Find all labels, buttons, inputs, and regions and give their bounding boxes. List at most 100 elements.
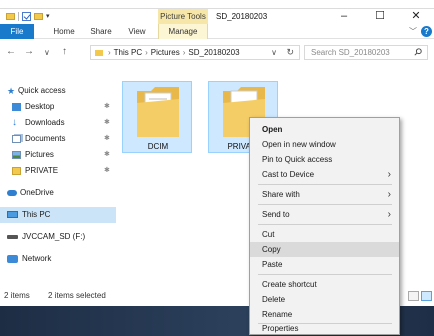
tab-file[interactable]: File <box>0 24 34 39</box>
sidebar-item-label: Downloads <box>25 118 65 127</box>
up-arrow-icon[interactable]: ↑ <box>62 46 67 57</box>
pictures-icon <box>12 151 21 159</box>
menu-item-label: Cast to Device <box>262 170 315 179</box>
sidebar-item-label: PRIVATE <box>25 166 59 175</box>
folder-icon <box>95 50 103 56</box>
menu-item-properties[interactable]: Properties <box>250 321 399 336</box>
details-view-icon[interactable] <box>408 291 419 301</box>
selection-count: 2 items selected <box>48 291 106 300</box>
menu-item-copy[interactable]: Copy <box>250 242 399 257</box>
tab-view[interactable]: View <box>124 24 150 39</box>
sidebar-item-label: OneDrive <box>20 188 54 197</box>
sidebar-item-label: Network <box>22 254 52 263</box>
minimize-button[interactable]: – <box>326 9 362 24</box>
menu-separator <box>258 274 392 275</box>
submenu-arrow-icon: › <box>387 209 391 220</box>
toolbar-divider <box>18 11 19 21</box>
menu-item-label: Send to <box>262 210 290 219</box>
pin-icon[interactable]: ✱ <box>104 115 110 131</box>
expand-ribbon-icon[interactable]: ﹀ <box>409 26 417 37</box>
top-caption <box>0 0 434 8</box>
title-bar: ▾ Picture Tools SD_20180203 – ☐ ✕ <box>0 9 434 24</box>
menu-item-open[interactable]: Open <box>250 122 399 137</box>
sidebar-item-quick-access[interactable]: ★ Quick access <box>0 83 116 99</box>
sidebar-item-pictures[interactable]: Pictures ✱ <box>0 147 116 163</box>
folder-icon[interactable] <box>6 12 15 20</box>
sidebar-item-this-pc[interactable]: This PC <box>0 207 116 223</box>
menu-item-create-shortcut[interactable]: Create shortcut <box>250 277 399 292</box>
pin-icon[interactable]: ✱ <box>104 131 110 147</box>
menu-item-label: Share with <box>262 190 300 199</box>
checkbox-icon[interactable] <box>22 11 31 21</box>
sidebar-item-jvccam-sd[interactable]: JVCCAM_SD (F:) <box>0 229 116 245</box>
menu-item-open-new-window[interactable]: Open in new window <box>250 137 399 152</box>
cloud-icon <box>7 190 17 196</box>
menu-item-rename[interactable]: Rename <box>250 307 399 322</box>
context-menu: Open Open in new window Pin to Quick acc… <box>249 117 400 335</box>
large-icons-view-icon[interactable] <box>421 291 432 301</box>
sidebar-item-desktop[interactable]: Desktop ✱ <box>0 99 116 115</box>
quick-access-toolbar: ▾ <box>6 10 50 22</box>
recent-locations-icon[interactable]: ∨ <box>44 48 50 57</box>
sidebar-item-downloads[interactable]: ↓ Downloads ✱ <box>0 115 116 131</box>
breadcrumb-separator: › <box>145 48 148 57</box>
sidebar-item-label: JVCCAM_SD (F:) <box>22 232 86 241</box>
menu-item-pin-quick-access[interactable]: Pin to Quick access <box>250 152 399 167</box>
breadcrumb-this-pc[interactable]: This PC <box>114 48 142 57</box>
back-arrow-icon[interactable]: ← <box>6 46 16 57</box>
tab-home[interactable]: Home <box>46 24 82 39</box>
refresh-icon[interactable]: ↻ <box>286 46 294 59</box>
sidebar-item-documents[interactable]: Documents ✱ <box>0 131 116 147</box>
star-icon: ★ <box>7 86 16 96</box>
forward-arrow-icon[interactable]: → <box>24 46 34 57</box>
folder-item-dcim[interactable]: DCIM <box>122 81 192 153</box>
sidebar-item-private[interactable]: PRIVATE ✱ <box>0 163 116 179</box>
sidebar-item-network[interactable]: Network <box>0 251 116 267</box>
address-field[interactable]: › This PC › Pictures › SD_20180203 ∨ ↻ <box>90 45 300 60</box>
folder-icon <box>12 167 21 175</box>
close-button[interactable]: ✕ <box>398 9 434 24</box>
address-bar-row: ← → ∨ ↑ › This PC › Pictures › SD_20180203 ∨ … <box>0 40 434 64</box>
search-input[interactable]: Search SD_20180203 <box>304 45 428 60</box>
menu-separator <box>258 204 392 205</box>
view-switcher <box>408 291 432 301</box>
window-title: SD_20180203 <box>216 12 268 21</box>
menu-item-delete[interactable]: Delete <box>250 292 399 307</box>
sidebar-item-label: This PC <box>22 210 51 219</box>
pin-icon[interactable]: ✱ <box>104 99 110 115</box>
menu-separator <box>258 224 392 225</box>
maximize-button[interactable]: ☐ <box>362 9 398 24</box>
search-icon <box>414 48 422 56</box>
pin-icon[interactable]: ✱ <box>104 163 110 179</box>
submenu-arrow-icon: › <box>387 169 391 180</box>
sidebar-item-label: Pictures <box>25 150 54 159</box>
address-dropdown-icon[interactable]: ∨ <box>271 46 277 59</box>
breadcrumb-separator: › <box>182 48 186 57</box>
network-icon <box>7 255 18 263</box>
folder-label: DCIM <box>147 142 169 151</box>
sidebar-item-onedrive[interactable]: OneDrive <box>0 185 116 201</box>
menu-item-cast-to-device[interactable]: Cast to Device › <box>250 167 399 182</box>
contextual-tab-group: Picture Tools <box>158 9 208 24</box>
tab-manage[interactable]: Manage <box>158 24 208 39</box>
chevron-down-icon[interactable]: ▾ <box>46 12 50 20</box>
folder-icon <box>137 87 179 137</box>
menu-item-cut[interactable]: Cut <box>250 227 399 242</box>
ribbon-tabs: File Home Share View Manage ﹀ ? <box>0 24 434 39</box>
desktop-icon <box>12 103 21 111</box>
tab-share[interactable]: Share <box>84 24 118 39</box>
download-icon: ↓ <box>12 117 17 128</box>
sidebar-item-label: Desktop <box>25 102 55 111</box>
breadcrumb-pictures[interactable]: Pictures <box>151 48 180 57</box>
window-controls: – ☐ ✕ <box>326 9 434 24</box>
new-folder-icon[interactable] <box>34 12 43 20</box>
pin-icon[interactable]: ✱ <box>104 147 110 163</box>
search-placeholder: Search SD_20180203 <box>311 48 390 57</box>
menu-item-share-with[interactable]: Share with › <box>250 187 399 202</box>
documents-icon <box>12 135 21 143</box>
menu-item-paste[interactable]: Paste <box>250 257 399 272</box>
menu-item-send-to[interactable]: Send to › <box>250 207 399 222</box>
breadcrumb-current[interactable]: SD_20180203 <box>188 48 239 57</box>
menu-separator <box>258 184 392 185</box>
help-icon[interactable]: ? <box>421 26 432 37</box>
